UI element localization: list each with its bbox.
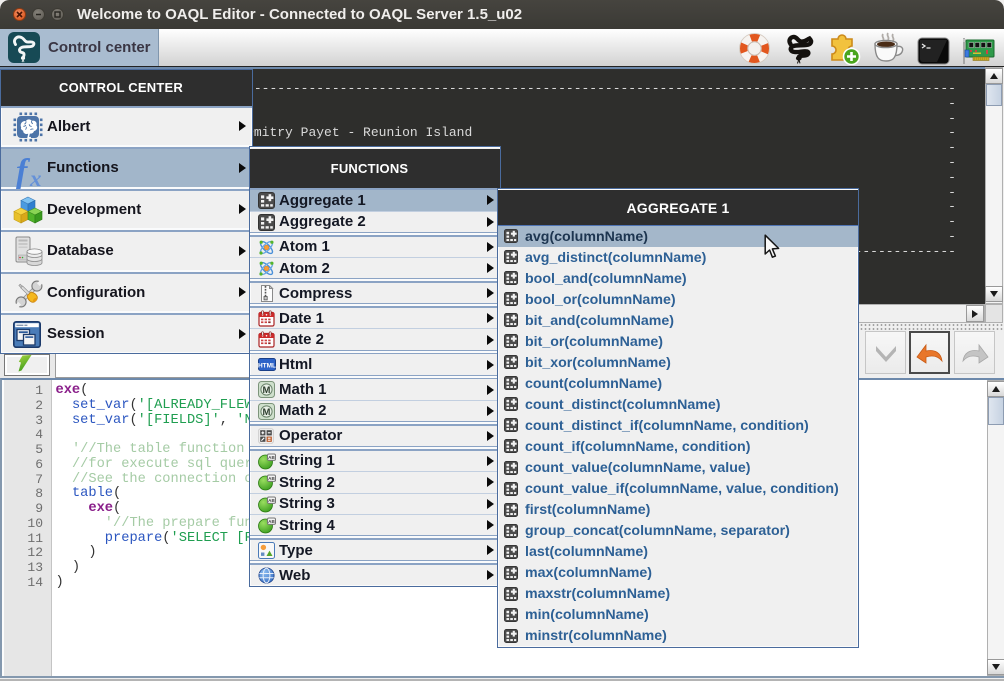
svg-text:AB: AB	[268, 455, 275, 460]
svg-text:x: x	[29, 166, 42, 191]
svg-text:M: M	[263, 385, 271, 396]
svg-text:HTML: HTML	[258, 363, 276, 370]
svg-text:AB: AB	[268, 476, 275, 481]
svg-text:M: M	[263, 407, 271, 418]
svg-text:f: f	[16, 153, 31, 190]
svg-text:AB: AB	[268, 498, 275, 503]
svg-text:AB: AB	[268, 519, 275, 524]
